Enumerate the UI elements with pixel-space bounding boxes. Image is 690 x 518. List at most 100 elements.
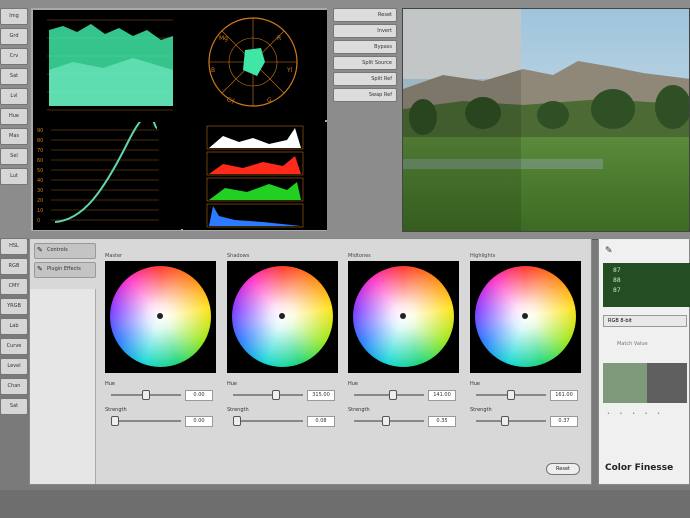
hue-slider-thumb[interactable] bbox=[388, 390, 397, 400]
curve-tick-label: 90 bbox=[37, 128, 43, 134]
hue-label: Hue bbox=[105, 381, 116, 387]
eyedropper-icon[interactable]: ✎ bbox=[605, 245, 617, 257]
strength-control: Strength 0.37 bbox=[470, 407, 581, 433]
strength-value[interactable]: 0.08 bbox=[307, 416, 335, 427]
wheel-box bbox=[348, 261, 459, 373]
curve-tick-label: 80 bbox=[37, 138, 43, 144]
strength-slider-track[interactable] bbox=[476, 420, 546, 422]
color-space-tab[interactable]: CMY bbox=[0, 278, 28, 295]
hue-label: Hue bbox=[470, 381, 481, 387]
image-preview bbox=[402, 8, 690, 232]
hue-value[interactable]: 141.00 bbox=[428, 390, 456, 401]
strength-slider-track[interactable] bbox=[111, 420, 181, 422]
hue-slider-thumb[interactable] bbox=[142, 390, 150, 400]
hue-slider-thumb[interactable] bbox=[272, 390, 281, 400]
rgb-histogram bbox=[183, 122, 327, 230]
scope-button[interactable]: Invert bbox=[333, 24, 397, 38]
reset-button[interactable]: Reset bbox=[546, 463, 580, 475]
scope-button[interactable]: Reset bbox=[333, 8, 397, 22]
strength-slider-track[interactable] bbox=[233, 420, 303, 422]
color-space-tabs: HSL RGB CMY YRGB Lab Curve Level Chan Sat bbox=[0, 238, 28, 415]
wheel-title: Highlights bbox=[470, 253, 496, 259]
mode-select[interactable]: RGB 8-bit bbox=[603, 315, 687, 327]
curve-tick-label: 40 bbox=[37, 178, 43, 184]
strength-slider-thumb[interactable] bbox=[501, 416, 510, 426]
color-space-tab[interactable]: Lab bbox=[0, 318, 28, 335]
left-tab[interactable]: Crv bbox=[0, 48, 28, 65]
color-space-tab[interactable]: RGB bbox=[0, 258, 28, 275]
curve-tick-label: 70 bbox=[37, 148, 43, 154]
left-tab[interactable]: Lut bbox=[0, 168, 28, 185]
scope-button[interactable]: Bypass bbox=[333, 40, 397, 54]
curve-tick-label: 20 bbox=[37, 198, 43, 204]
hue-value[interactable]: 0.00 bbox=[185, 390, 213, 401]
color-space-tab[interactable]: Level bbox=[0, 358, 28, 375]
hue-slider-track[interactable] bbox=[233, 394, 303, 396]
strength-slider-thumb[interactable] bbox=[232, 416, 241, 426]
left-tab[interactable]: Grd bbox=[0, 28, 28, 45]
wheel-puck[interactable] bbox=[522, 313, 528, 319]
left-tab[interactable]: Sel bbox=[0, 148, 28, 165]
color-wheel-section: Highlights Hue 161.00 Strength 0.37 bbox=[470, 251, 581, 473]
curve-tick-label: 0 bbox=[37, 218, 40, 224]
wheel-title: Master bbox=[105, 253, 123, 259]
vectorscope: Mg R Yl G Cy B bbox=[183, 10, 327, 120]
strength-label: Strength bbox=[348, 407, 370, 413]
footer-bar bbox=[0, 490, 690, 518]
panel-sidebar bbox=[30, 289, 96, 484]
color-wheel-section: Midtones Hue 141.00 Strength 0.35 bbox=[348, 251, 459, 473]
curve-tick-label: 10 bbox=[37, 208, 43, 214]
scope-button-column: Reset Invert Bypass Split Source Split Ref Sw… bbox=[333, 8, 399, 103]
wheel-puck[interactable] bbox=[400, 313, 406, 319]
hue-value[interactable]: 315.00 bbox=[307, 390, 335, 401]
luma-curve-scope: 90 80 70 60 50 40 30 20 10 0 bbox=[33, 114, 181, 230]
strength-slider-thumb[interactable] bbox=[381, 416, 390, 426]
color-wheel-section: Shadows Hue 315.00 Strength 0.08 bbox=[227, 251, 338, 473]
waveform-scope bbox=[33, 10, 181, 120]
wheel-puck[interactable] bbox=[279, 313, 285, 319]
color-wheel-section: Master Hue 0.00 Strength 0.00 bbox=[105, 251, 216, 473]
color-space-tab[interactable]: Sat bbox=[0, 398, 28, 415]
sample-values-box: 87 88 87 bbox=[603, 263, 690, 307]
curve-tick-label: 30 bbox=[37, 188, 43, 194]
strength-value[interactable]: 0.00 bbox=[185, 416, 213, 427]
strength-value[interactable]: 0.37 bbox=[550, 416, 578, 427]
left-tab[interactable]: Hue bbox=[0, 108, 28, 125]
curve-tick-label: 60 bbox=[37, 158, 43, 164]
wheel-box bbox=[470, 261, 581, 373]
tab-plugin-effects[interactable]: ✎ Plugin Effects bbox=[34, 262, 96, 278]
color-space-tab[interactable]: HSL bbox=[0, 238, 28, 255]
tab-controls[interactable]: ✎ Controls bbox=[34, 243, 96, 259]
hue-slider-thumb[interactable] bbox=[507, 390, 515, 400]
hue-value[interactable]: 161.00 bbox=[550, 390, 578, 401]
strength-label: Strength bbox=[470, 407, 492, 413]
tab-label: Controls bbox=[47, 247, 68, 253]
color-correction-panel: ✎ Controls ✎ Plugin Effects Master Hue 0.0… bbox=[29, 238, 592, 485]
left-tool-tabs: Img Grd Crv Sat Lvl Hue Mas Sel Lut bbox=[0, 8, 28, 185]
svg-text:Mg: Mg bbox=[219, 35, 228, 42]
color-space-tab[interactable]: Curve bbox=[0, 338, 28, 355]
hue-control: Hue 141.00 bbox=[348, 381, 459, 407]
wheel-puck[interactable] bbox=[157, 313, 163, 319]
match-value-toggle[interactable]: Match Value bbox=[603, 339, 687, 351]
value-g: 88 bbox=[613, 277, 621, 284]
panel-tabs: ✎ Controls ✎ Plugin Effects bbox=[34, 243, 96, 283]
scope-button[interactable]: Split Ref bbox=[333, 72, 397, 86]
hue-control: Hue 315.00 bbox=[227, 381, 338, 407]
wheel-title: Shadows bbox=[227, 253, 250, 259]
left-tab[interactable]: Img bbox=[0, 8, 28, 25]
scope-button[interactable]: Swap Ref bbox=[333, 88, 397, 102]
left-tab[interactable]: Sat bbox=[0, 68, 28, 85]
color-space-tab[interactable]: Chan bbox=[0, 378, 28, 395]
color-space-tab[interactable]: YRGB bbox=[0, 298, 28, 315]
scope-button[interactable]: Split Source bbox=[333, 56, 397, 70]
left-tab[interactable]: Mas bbox=[0, 128, 28, 145]
strength-slider-thumb[interactable] bbox=[110, 416, 119, 426]
pencil-icon: ✎ bbox=[37, 265, 43, 273]
strength-control: Strength 0.00 bbox=[105, 407, 216, 433]
hue-label: Hue bbox=[348, 381, 359, 387]
curve-tick-label: 50 bbox=[37, 168, 43, 174]
hue-control: Hue 161.00 bbox=[470, 381, 581, 407]
strength-value[interactable]: 0.35 bbox=[428, 416, 456, 427]
left-tab[interactable]: Lvl bbox=[0, 88, 28, 105]
